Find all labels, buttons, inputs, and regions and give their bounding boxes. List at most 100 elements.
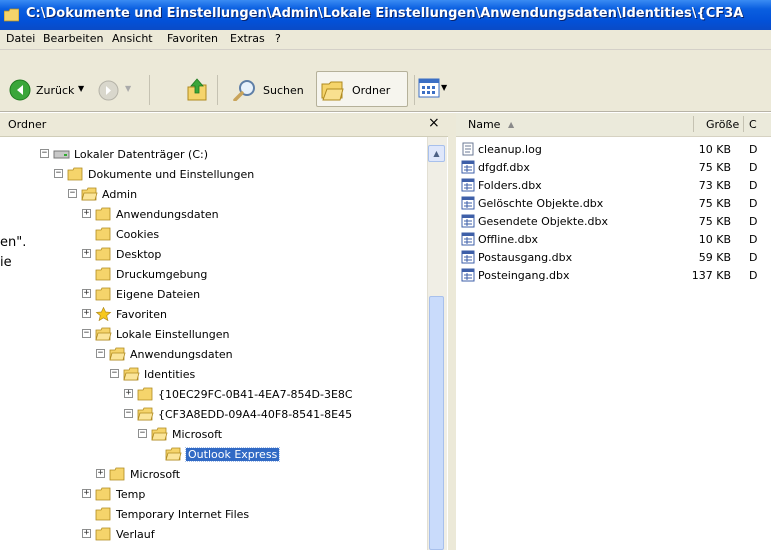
collapse-icon[interactable]: − — [40, 149, 49, 158]
folder-icon — [67, 167, 83, 181]
collapse-icon[interactable]: − — [124, 409, 133, 418]
file-type: D — [749, 251, 758, 264]
back-arrow-icon[interactable] — [9, 79, 31, 101]
views-dropdown-icon[interactable]: ▼ — [441, 83, 447, 92]
tree-item-label: Admin — [102, 188, 138, 201]
file-size: 137 KB — [691, 269, 731, 282]
tree-item-label: Lokaler Datenträger (C:) — [74, 148, 209, 161]
menu-bar: Datei Bearbeiten Ansicht Favoriten Extra… — [0, 30, 771, 50]
back-button[interactable]: Zurück — [36, 84, 74, 97]
folders-button-label: Ordner — [352, 84, 391, 97]
tree-item-label: {CF3A8EDD-09A4-40F8-8541-8E45 — [158, 408, 353, 421]
expand-icon[interactable]: + — [82, 209, 91, 218]
menu-bearbeiten[interactable]: Bearbeiten — [43, 32, 103, 45]
folder-up-icon[interactable] — [186, 77, 208, 102]
close-icon[interactable]: × — [428, 115, 440, 131]
file-name: Postausgang.dbx — [478, 251, 573, 264]
file-type: D — [749, 161, 758, 174]
window-title: C:\Dokumente und Einstellungen\Admin\Lok… — [26, 6, 744, 21]
menu-help[interactable]: ? — [275, 32, 281, 45]
search-button[interactable]: Suchen — [263, 84, 304, 97]
folder-open-icon — [151, 427, 168, 441]
toolbar-separator — [149, 75, 150, 105]
folder-icon — [95, 267, 111, 281]
collapse-icon[interactable]: − — [138, 429, 147, 438]
tree-item-label: Anwendungsdaten — [130, 348, 233, 361]
file-row[interactable]: dfgdf.dbx 75 KB D — [456, 159, 771, 177]
file-name: Offline.dbx — [478, 233, 539, 246]
file-list[interactable]: Name ▲ Größe C cleanup.log 10 KB Ddfgdf.db… — [456, 113, 771, 550]
folder-open-icon — [137, 407, 154, 421]
file-name: Gelöschte Objekte.dbx — [478, 197, 604, 210]
folder-icon — [109, 467, 125, 481]
forward-arrow-icon[interactable] — [98, 80, 119, 101]
title-bar[interactable]: C:\Dokumente und Einstellungen\Admin\Lok… — [0, 0, 771, 30]
scroll-up-icon[interactable]: ▲ — [428, 145, 445, 162]
file-row[interactable]: Posteingang.dbx 137 KB D — [456, 267, 771, 285]
column-type[interactable]: C — [749, 118, 757, 131]
file-size: 75 KB — [698, 197, 731, 210]
file-row[interactable]: Offline.dbx 10 KB D — [456, 231, 771, 249]
folders-icon — [321, 81, 344, 101]
file-size: 10 KB — [698, 233, 731, 246]
collapse-icon[interactable]: − — [82, 329, 91, 338]
expand-icon[interactable]: + — [82, 489, 91, 498]
file-row[interactable]: Folders.dbx 73 KB D — [456, 177, 771, 195]
file-row[interactable]: Postausgang.dbx 59 KB D — [456, 249, 771, 267]
views-icon[interactable] — [418, 78, 440, 98]
forward-dropdown-icon[interactable]: ▼ — [125, 84, 131, 93]
search-icon[interactable] — [233, 79, 258, 101]
file-row[interactable]: cleanup.log 10 KB D — [456, 141, 771, 159]
scrollbar-thumb[interactable] — [429, 296, 444, 550]
tree-item-label: Temp — [116, 488, 146, 501]
file-name: Folders.dbx — [478, 179, 542, 192]
folder-icon — [95, 487, 111, 501]
column-separator[interactable] — [743, 116, 744, 132]
tree-item-label: Druckumgebung — [116, 268, 208, 281]
folder-icon — [95, 507, 111, 521]
folders-pane-header: Ordner × — [0, 113, 448, 137]
collapse-icon[interactable]: − — [54, 169, 63, 178]
tree-item-label: Dokumente und Einstellungen — [88, 168, 255, 181]
file-type: D — [749, 215, 758, 228]
expand-icon[interactable]: + — [124, 389, 133, 398]
column-size[interactable]: Größe — [706, 118, 739, 131]
file-type: D — [749, 143, 758, 156]
column-name[interactable]: Name — [468, 118, 500, 131]
file-name: dfgdf.dbx — [478, 161, 530, 174]
expand-icon[interactable]: + — [82, 249, 91, 258]
file-type: D — [749, 179, 758, 192]
file-name: Gesendete Objekte.dbx — [478, 215, 608, 228]
file-name: cleanup.log — [478, 143, 542, 156]
star-folder-icon — [95, 307, 112, 321]
folder-icon — [95, 287, 111, 301]
menu-ansicht[interactable]: Ansicht — [112, 32, 153, 45]
menu-datei[interactable]: Datei — [6, 32, 35, 45]
file-row[interactable]: Gelöschte Objekte.dbx 75 KB D — [456, 195, 771, 213]
folder-open-icon — [81, 187, 98, 201]
collapse-icon[interactable]: − — [68, 189, 77, 198]
tree-item-label: Outlook Express — [184, 447, 281, 462]
column-separator[interactable] — [693, 116, 694, 132]
folder-icon — [95, 227, 111, 241]
expand-icon[interactable]: + — [82, 529, 91, 538]
expand-icon[interactable]: + — [96, 469, 105, 478]
tree-item-label: Eigene Dateien — [116, 288, 201, 301]
column-header: Name ▲ Größe C — [456, 113, 771, 137]
expand-icon[interactable]: + — [82, 309, 91, 318]
menu-extras[interactable]: Extras — [230, 32, 265, 45]
folder-icon — [95, 207, 111, 221]
collapse-icon[interactable]: − — [110, 369, 119, 378]
file-row[interactable]: Gesendete Objekte.dbx 75 KB D — [456, 213, 771, 231]
file-size: 10 KB — [698, 143, 731, 156]
back-dropdown-icon[interactable]: ▼ — [78, 84, 84, 93]
collapse-icon[interactable]: − — [96, 349, 105, 358]
file-type: D — [749, 269, 758, 282]
dbx-file-icon — [461, 250, 475, 264]
tree-item-label: Verlauf — [116, 528, 155, 541]
expand-icon[interactable]: + — [82, 289, 91, 298]
pane-splitter[interactable] — [448, 113, 456, 550]
menu-favoriten[interactable]: Favoriten — [167, 32, 218, 45]
folder-tree[interactable]: − Lokaler Datenträger (C:) − Dokumente und … — [0, 137, 448, 550]
file-type: D — [749, 197, 758, 210]
